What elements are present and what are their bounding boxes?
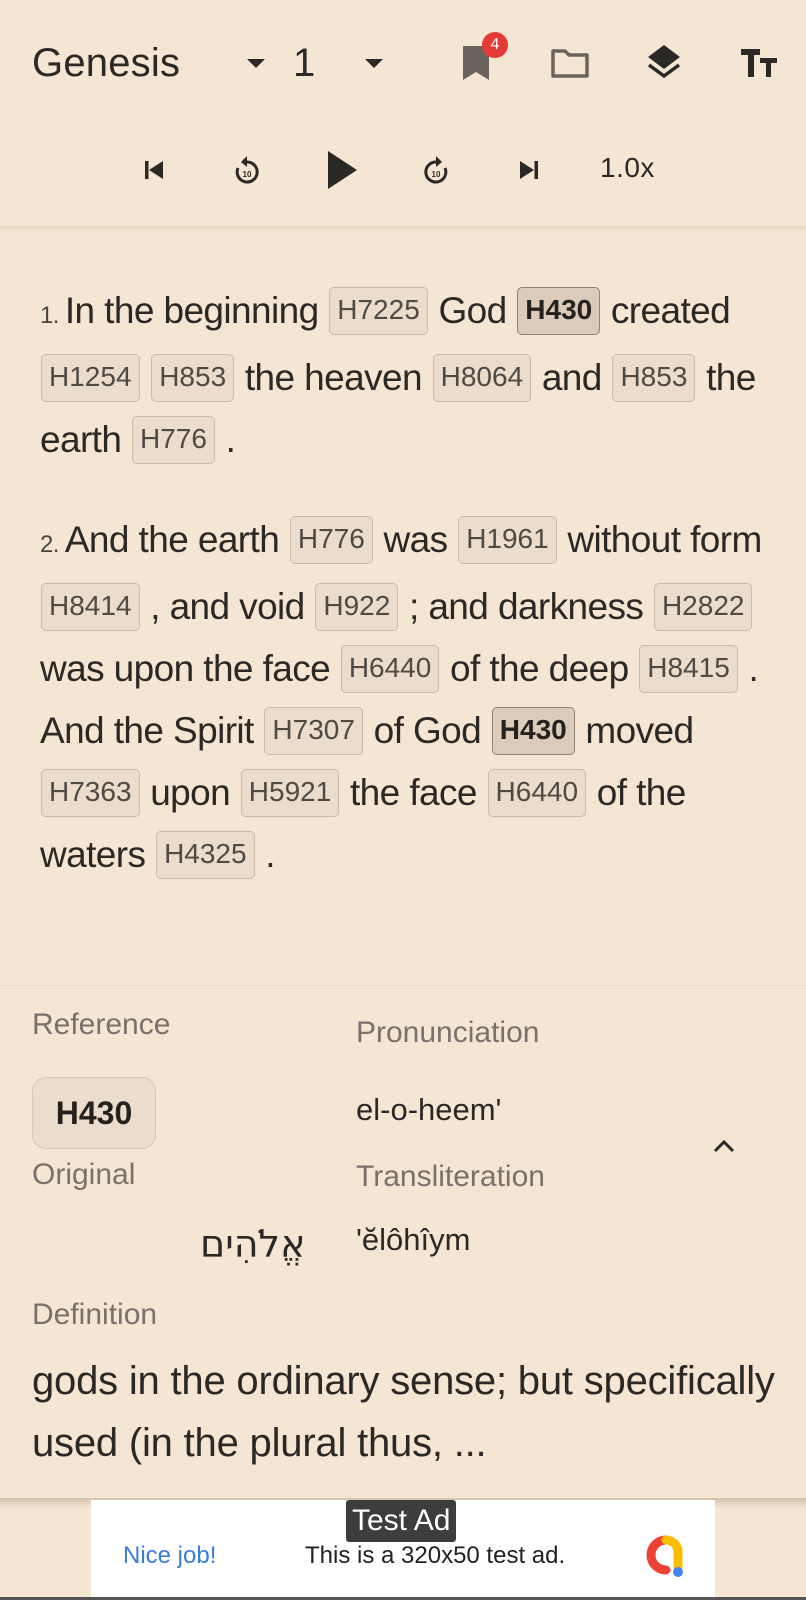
strongs-chip[interactable]: H7307 (264, 707, 363, 756)
forward-10-icon: 10 (424, 156, 448, 184)
verse-text: and (541, 357, 612, 398)
verse-text: ; and darkness (408, 586, 653, 627)
layers-button[interactable] (640, 38, 688, 88)
verse-text: . (265, 834, 275, 875)
ad-logo-icon (646, 1535, 683, 1577)
playback-speed-button[interactable]: 1.0x (600, 152, 655, 184)
original-hebrew: אֱלֹהִים (200, 1222, 306, 1266)
bookmark-count-badge: 4 (482, 32, 508, 58)
strongs-chip[interactable]: H1961 (458, 516, 557, 565)
ad-headline[interactable]: Nice job! (123, 1542, 216, 1570)
verse: 2. And the earth H776 was H1961 without f… (40, 509, 770, 886)
verse-text: God (438, 290, 517, 331)
strongs-chip[interactable]: H7363 (41, 769, 140, 818)
test-ad-badge: Test Ad (346, 1500, 457, 1542)
definition-label: Definition (32, 1298, 158, 1331)
verse-text: . (225, 419, 236, 460)
strongs-chip[interactable]: H8414 (41, 583, 140, 632)
chapter-dropdown[interactable]: 1 (293, 38, 383, 88)
caret-down-icon (247, 59, 265, 68)
strongs-chip[interactable]: H853 (151, 354, 235, 403)
strongs-chip[interactable]: H4325 (156, 831, 255, 880)
verse-text: In the beginning (64, 290, 329, 331)
replay-10-button[interactable]: 10 (225, 148, 269, 192)
verse-number: 1. (40, 302, 59, 329)
transliteration-value: 'ĕlôhîym (356, 1222, 471, 1257)
ad-banner[interactable]: Test Ad Nice job! This is a 320x50 test … (91, 1500, 715, 1600)
skip-next-button[interactable] (507, 148, 551, 192)
collapse-details-button[interactable] (704, 1126, 744, 1166)
pronunciation-label: Pronunciation (356, 1016, 540, 1049)
svg-text:10: 10 (432, 170, 441, 179)
replay-10-icon: 10 (235, 156, 259, 184)
reference-chip[interactable]: H430 (32, 1077, 156, 1149)
verse-text: without form (567, 519, 762, 560)
skip-next-icon (520, 161, 538, 179)
verse-text: And the earth (64, 519, 289, 560)
verse-text: was (383, 519, 458, 560)
ad-text: This is a 320x50 test ad. (305, 1542, 566, 1569)
folder-icon (551, 49, 589, 78)
skip-previous-button[interactable] (132, 148, 176, 192)
strongs-chip[interactable]: H7225 (329, 287, 428, 336)
transliteration-label: Transliteration (356, 1160, 545, 1193)
folder-button[interactable] (546, 38, 594, 88)
definition-text: gods in the ordinary sense; but specific… (32, 1359, 775, 1465)
strongs-chip[interactable]: H6440 (340, 645, 440, 694)
text-size-button[interactable] (735, 38, 783, 88)
layers-icon (647, 45, 681, 79)
verse-list: 1. In the beginning H7225 God H430 create… (40, 280, 770, 924)
verse-text: moved (585, 710, 694, 751)
verse: 1. In the beginning H7225 God H430 create… (40, 280, 770, 471)
strongs-chip[interactable]: H776 (289, 516, 373, 565)
strongs-chip[interactable]: H776 (132, 416, 215, 465)
verse-text: created (610, 290, 731, 331)
verse-text: upon (150, 772, 240, 813)
verse-text: of God (373, 710, 491, 751)
forward-10-button[interactable]: 10 (414, 148, 458, 192)
play-button[interactable] (320, 148, 364, 192)
strongs-chip[interactable]: H853 (612, 354, 696, 403)
book-dropdown[interactable]: Genesis (32, 38, 265, 88)
verse-text: was upon the face (40, 648, 340, 689)
verse-text: , and void (150, 586, 315, 627)
svg-text:10: 10 (243, 170, 252, 179)
strongs-chip[interactable]: H8415 (639, 645, 738, 694)
verse-text: the heaven (244, 357, 432, 398)
strongs-chip[interactable]: H430 (517, 287, 601, 336)
verse-text: of the deep (450, 648, 639, 689)
strongs-chip[interactable]: H8064 (432, 354, 532, 403)
book-name: Genesis (32, 40, 181, 85)
strongs-chip[interactable]: H6440 (487, 769, 587, 818)
pronunciation-value: el-o-heem' (356, 1092, 502, 1127)
text-size-icon (741, 49, 777, 77)
chapter-number: 1 (293, 40, 316, 85)
verse-text: the face (350, 772, 487, 813)
top-bar: Genesis 1 4 10 10 1.0x (0, 0, 806, 226)
play-icon (328, 151, 357, 189)
strongs-chip[interactable]: H5921 (240, 769, 340, 818)
strongs-chip[interactable]: H430 (491, 707, 575, 756)
strongs-chip[interactable]: H1254 (41, 354, 140, 403)
strongs-chip[interactable]: H2822 (653, 583, 753, 632)
bookmarks-button[interactable]: 4 (452, 32, 508, 88)
skip-previous-icon (145, 161, 163, 179)
caret-down-icon (365, 59, 383, 68)
chevron-up-icon (713, 1139, 735, 1153)
reference-label: Reference (32, 1008, 171, 1041)
strongs-chip[interactable]: H922 (315, 583, 399, 632)
original-label: Original (32, 1158, 136, 1191)
verse-number: 2. (40, 531, 59, 558)
